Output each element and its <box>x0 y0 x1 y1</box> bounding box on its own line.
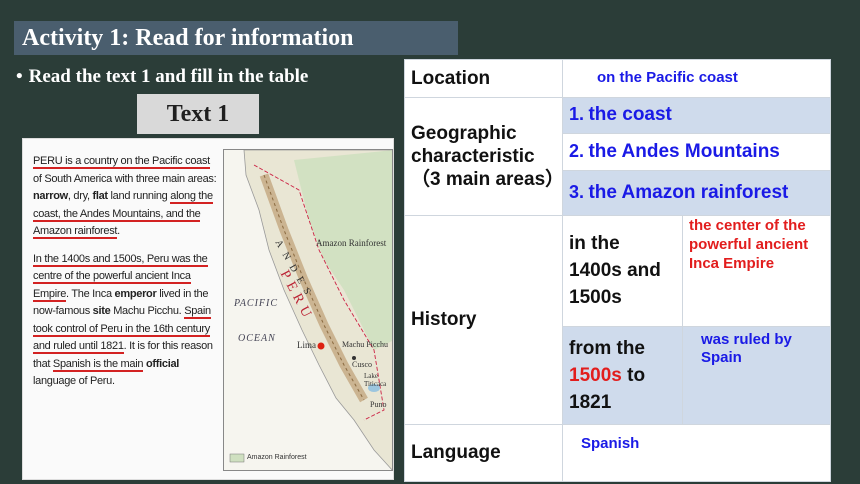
history-label: History <box>404 214 563 425</box>
instruction-line: • Read the text 1 and fill in the table <box>16 66 406 88</box>
geo-answer-3: the Amazon rainforest <box>588 181 789 203</box>
table-row-location: Location on the Pacific coast <box>404 59 831 98</box>
bullet-icon: • <box>16 66 23 87</box>
text-span: . <box>117 225 120 237</box>
history-event-cell-1: the center of the powerful ancient Inca … <box>682 214 831 328</box>
passage-image: PERU is a country on the Pacific coast o… <box>22 138 394 480</box>
geo-cell-3: 3. the Amazon rainforest <box>562 169 831 216</box>
history-event-2: was ruled by Spain <box>701 331 792 367</box>
slide-title: Activity 1: Read for information <box>14 21 458 55</box>
map-label-lima: Lima <box>297 340 316 350</box>
geo-answer-1: the coast <box>588 104 672 126</box>
instruction-text: Read the text 1 and fill in the table <box>28 66 309 87</box>
table-row-history-1: History in the 1400s and 1500s the cente… <box>404 214 831 425</box>
geo-number: 1. <box>569 104 585 125</box>
bold-word: official <box>145 357 180 370</box>
text-span: of South America with three main areas: <box>33 172 217 185</box>
language-cell: Spanish <box>562 423 831 483</box>
underline-pacific: PERU is a country on the Pacific coast <box>33 155 210 169</box>
bold-word: site <box>92 305 111 317</box>
geo-cell-1: 1. the coast <box>562 96 831 135</box>
info-table: Location on the Pacific coast Geographic… <box>404 59 831 483</box>
location-cell: on the Pacific coast <box>562 59 831 98</box>
history-event-1: the center of the powerful ancient Inca … <box>689 216 809 272</box>
map-label-ocean: OCEAN <box>238 333 276 344</box>
table-row-language: Language Spanish <box>404 423 831 483</box>
map-label-cusco: Cusco <box>352 360 372 369</box>
bold-word: emperor <box>114 287 157 300</box>
text-1-label: Text 1 <box>137 94 259 134</box>
map-label-lake: Lake Titicaca <box>364 372 387 388</box>
map-label-puno: Puno <box>370 400 387 409</box>
text-span: Machu Picchu. <box>110 305 185 317</box>
map-label-machu-picchu: Machu Picchu <box>342 340 388 349</box>
geo-label: Geographic characteristic （3 main areas） <box>404 96 564 216</box>
table-row-geo-1: Geographic characteristic （3 main areas）… <box>404 96 831 216</box>
location-label: Location <box>404 59 563 98</box>
map-legend-amazon: Amazon Rainforest <box>247 454 307 461</box>
text-span: land running <box>107 190 171 202</box>
geo-number: 3. <box>569 181 585 202</box>
passage-paragraph-1: PERU is a country on the Pacific coast o… <box>33 153 221 241</box>
passage-text: PERU is a country on the Pacific coast o… <box>33 153 221 401</box>
location-answer: on the Pacific coast <box>597 69 738 87</box>
bold-word: narrow <box>33 190 68 202</box>
text-span: . The Inca <box>66 287 115 300</box>
period-text: from the <box>569 338 645 360</box>
history-event-cell-2: was ruled by Spain <box>682 326 831 425</box>
history-period-2: from the 1500s to 1821 <box>562 326 683 425</box>
map-label-amazon: Amazon Rainforest <box>316 238 387 248</box>
underline-spanish: Spanish is the main <box>52 357 144 372</box>
bold-word: flat <box>92 190 108 202</box>
period-red-year: 1500s <box>569 365 622 387</box>
text-span: language of Peru. <box>33 375 115 387</box>
geo-answer-2: the Andes Mountains <box>588 141 780 162</box>
map-label-pacific: PACIFIC <box>234 298 279 309</box>
language-answer: Spanish <box>581 434 640 452</box>
language-label: Language <box>404 423 563 483</box>
peru-map: PACIFIC OCEAN Amazon Rainforest Lima Mac… <box>223 149 393 471</box>
text-span: , dry, <box>67 190 93 202</box>
geo-cell-2: 2. the Andes Mountains <box>562 133 831 171</box>
passage-paragraph-2: In the 1400s and 1500s, Peru was the cen… <box>33 251 221 391</box>
history-period-1: in the 1400s and 1500s <box>562 214 683 328</box>
geo-number: 2. <box>569 141 585 161</box>
